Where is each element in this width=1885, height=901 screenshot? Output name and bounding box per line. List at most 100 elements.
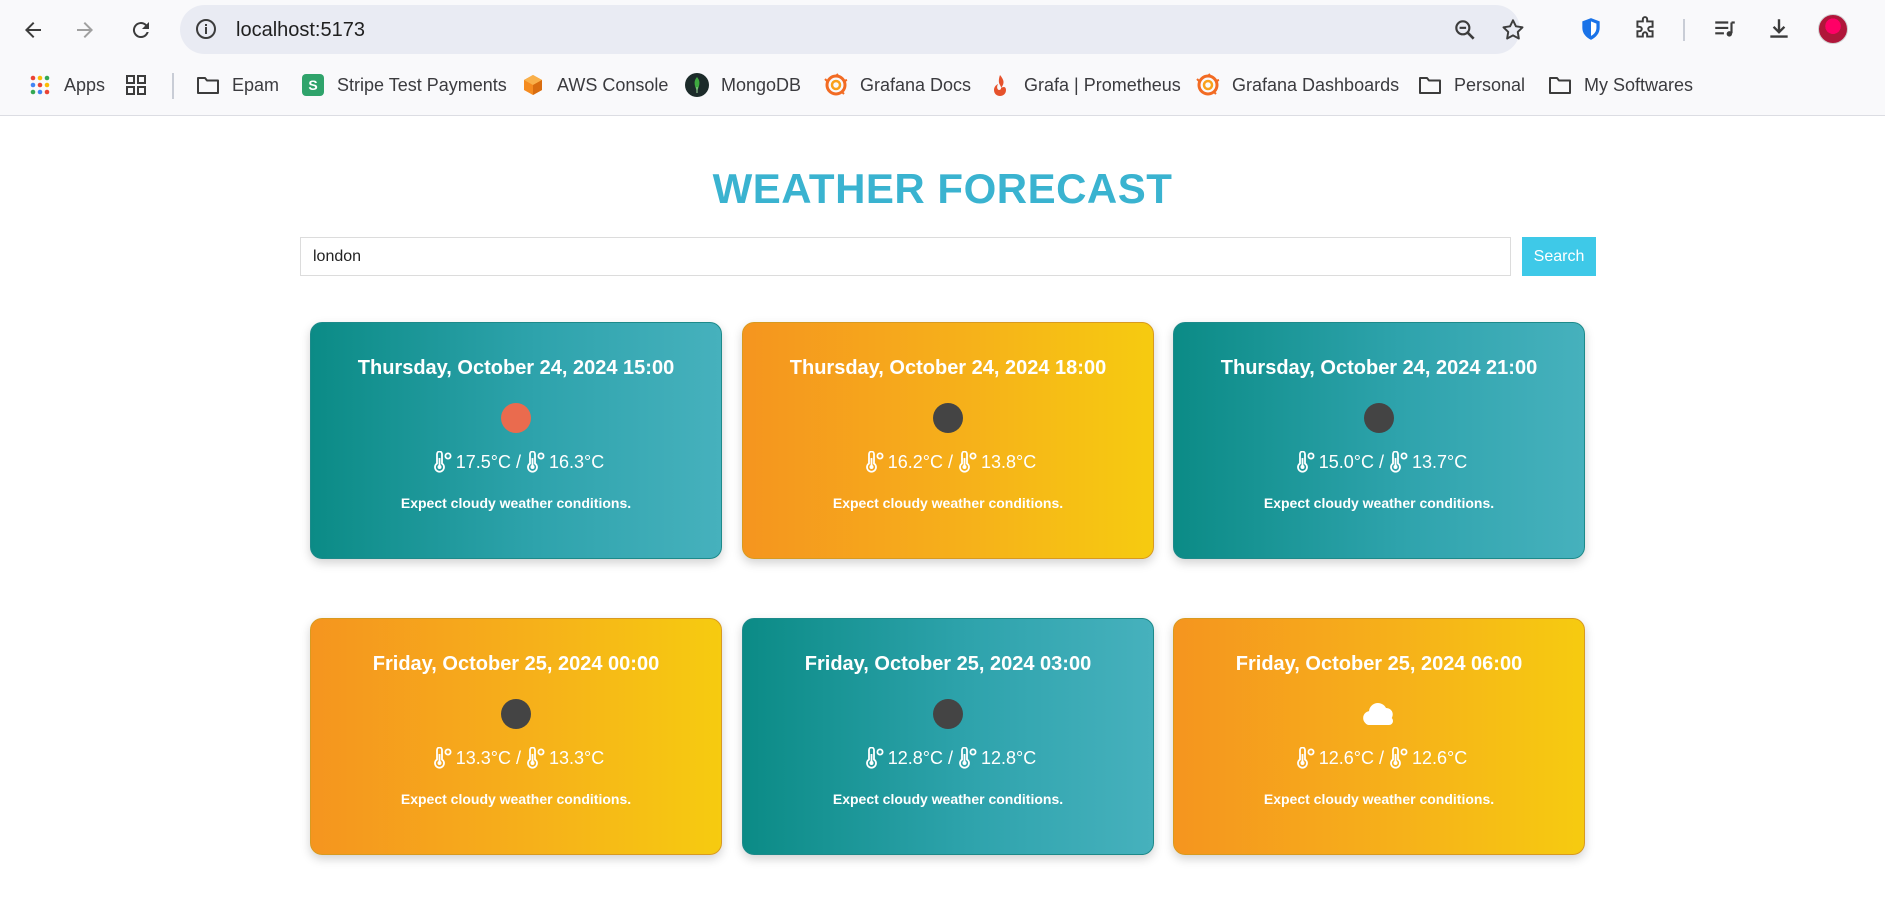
forecast-card: Friday, October 25, 2024 03:00 12.8°C /12… bbox=[742, 618, 1154, 855]
temperature-range: 13.3°C /13.3°C bbox=[311, 747, 721, 769]
temperature-range: 16.2°C / 13.8°C bbox=[743, 451, 1153, 473]
bookmark-label: Grafana Dashboards bbox=[1232, 74, 1400, 95]
thermometer-icon bbox=[953, 747, 981, 769]
profile-avatar[interactable] bbox=[1818, 14, 1848, 44]
browser-toolbar: localhost:5173 bbox=[0, 0, 1885, 58]
back-button[interactable] bbox=[14, 11, 52, 49]
bookmark-stripe-test-payments[interactable]: S Stripe Test Payments bbox=[301, 70, 507, 100]
temp-separator: / bbox=[510, 451, 521, 472]
bookmark-label: Apps bbox=[64, 74, 106, 95]
thermometer-icon bbox=[521, 747, 549, 769]
thermometer-icon bbox=[428, 747, 456, 769]
bookmark-grid[interactable] bbox=[124, 70, 160, 100]
extension-shield-icon[interactable] bbox=[1576, 14, 1606, 44]
apps-grid-icon bbox=[28, 73, 52, 97]
bookmark-my-softwares[interactable]: My Softwares bbox=[1548, 70, 1693, 100]
folder-icon bbox=[1548, 73, 1572, 97]
bookmark-label: My Softwares bbox=[1584, 74, 1694, 95]
temp-min: 12.8°C bbox=[981, 747, 1037, 768]
forecast-card: Thursday, October 24, 2024 15:00 17.5°C /… bbox=[310, 322, 722, 559]
forward-button[interactable] bbox=[66, 11, 104, 49]
bookmark-grafa-prometheus[interactable]: Grafa | Prometheus bbox=[988, 70, 1181, 100]
aws-icon bbox=[521, 73, 545, 97]
bookmark-epam[interactable]: Epam bbox=[196, 70, 279, 100]
thermometer-icon bbox=[1291, 747, 1319, 769]
bookmark-label: MongoDB bbox=[721, 74, 802, 95]
sun-dot-icon bbox=[501, 403, 531, 433]
night-dot-icon bbox=[933, 403, 963, 433]
thermometer-icon bbox=[1384, 747, 1412, 769]
extensions-puzzle-icon[interactable] bbox=[1630, 14, 1660, 44]
zoom-icon[interactable] bbox=[1452, 17, 1478, 43]
temp-max: 13.3°C bbox=[455, 747, 511, 768]
grafana-icon bbox=[824, 73, 848, 97]
forecast-date: Friday, October 25, 2024 00:00 bbox=[372, 653, 660, 675]
bookmark-aws-console[interactable]: AWS Console bbox=[521, 70, 668, 100]
temp-min: 13.8°C bbox=[981, 451, 1037, 472]
bookmark-personal[interactable]: Personal bbox=[1418, 70, 1525, 100]
temperature-range: 12.8°C /12.8°C bbox=[743, 747, 1153, 769]
reload-button[interactable] bbox=[122, 11, 160, 49]
forecast-card: Thursday, October 24, 2024 21:00 15.0°C /… bbox=[1173, 322, 1585, 559]
bookmark-grafana-dashboards[interactable]: Grafana Dashboards bbox=[1196, 70, 1399, 100]
temperature-range: 17.5°C / 16.3°C bbox=[311, 451, 721, 473]
bookmark-label: Grafa | Prometheus bbox=[1024, 74, 1181, 95]
temperature-range: 12.6°C /12.6°C bbox=[1174, 747, 1584, 769]
svg-text:S: S bbox=[308, 77, 317, 93]
forecast-date: Friday, October 25, 2024 03:00 bbox=[804, 653, 1092, 675]
thermometer-icon bbox=[860, 451, 888, 473]
thermometer-icon bbox=[1384, 451, 1412, 473]
temp-separator: / bbox=[510, 747, 521, 768]
bookmark-grafana-docs[interactable]: Grafana Docs bbox=[824, 70, 971, 100]
temp-max: 16.2°C bbox=[887, 451, 943, 472]
reload-icon bbox=[132, 22, 149, 39]
bookmark-mongodb[interactable]: MongoDB bbox=[685, 70, 801, 100]
forecast-card: Friday, October 25, 2024 06:00 12.6°C /12… bbox=[1173, 618, 1585, 855]
grid-icon bbox=[124, 73, 148, 97]
temp-separator: / bbox=[942, 451, 953, 472]
temp-max: 12.6°C bbox=[1318, 747, 1374, 768]
forecast-date: Thursday, October 24, 2024 18:00 bbox=[789, 357, 1107, 379]
forecast-card: Friday, October 25, 2024 00:00 13.3°C /13… bbox=[310, 618, 722, 855]
bookmark-star-icon[interactable] bbox=[1500, 17, 1526, 43]
forecast-description: Expect cloudy weather conditions. bbox=[400, 495, 632, 511]
thermometer-icon bbox=[1291, 451, 1319, 473]
mongodb-icon bbox=[685, 73, 709, 97]
forecast-date: Friday, October 25, 2024 06:00 bbox=[1235, 653, 1523, 675]
temp-min: 13.7°C bbox=[1412, 451, 1468, 472]
temp-max: 15.0°C bbox=[1318, 451, 1374, 472]
address-bar[interactable]: localhost:5173 bbox=[180, 5, 1524, 54]
thermometer-icon bbox=[428, 451, 456, 473]
bookmark-apps[interactable]: Apps bbox=[28, 70, 105, 100]
forecast-card: Thursday, October 24, 2024 18:00 16.2°C /… bbox=[742, 322, 1154, 559]
temperature-range: 15.0°C / 13.7°C bbox=[1174, 451, 1584, 473]
grafana-icon bbox=[1196, 73, 1220, 97]
site-info-icon[interactable] bbox=[194, 17, 218, 41]
temp-max: 17.5°C bbox=[455, 451, 511, 472]
temp-min: 16.3°C bbox=[549, 451, 605, 472]
page-title: WEATHER FORECAST bbox=[712, 165, 1173, 212]
bookmark-label: Stripe Test Payments bbox=[337, 74, 507, 95]
night-dot-icon bbox=[501, 699, 531, 729]
forecast-date: Thursday, October 24, 2024 15:00 bbox=[357, 357, 675, 379]
temp-max: 12.8°C bbox=[887, 747, 943, 768]
temp-min: 13.3°C bbox=[549, 747, 605, 768]
bookmark-label: Epam bbox=[232, 74, 280, 95]
forecast-description: Expect cloudy weather conditions. bbox=[832, 791, 1064, 807]
download-icon[interactable] bbox=[1764, 14, 1794, 44]
search-button[interactable]: Search bbox=[1522, 237, 1596, 276]
folder-icon bbox=[196, 73, 220, 97]
night-dot-icon bbox=[1364, 403, 1394, 433]
temp-separator: / bbox=[1373, 451, 1384, 472]
thermometer-icon bbox=[521, 451, 549, 473]
temp-separator: / bbox=[1373, 747, 1384, 768]
bookmark-label: Personal bbox=[1454, 74, 1526, 95]
temp-min: 12.6°C bbox=[1412, 747, 1468, 768]
media-queue-icon[interactable] bbox=[1710, 14, 1740, 44]
bookmarks-divider bbox=[172, 73, 174, 99]
temp-separator: / bbox=[942, 747, 953, 768]
toolbar-divider bbox=[1683, 19, 1685, 41]
thermometer-icon bbox=[953, 451, 981, 473]
city-search-input[interactable] bbox=[300, 237, 1511, 276]
bookmark-label: Grafana Docs bbox=[860, 74, 972, 95]
